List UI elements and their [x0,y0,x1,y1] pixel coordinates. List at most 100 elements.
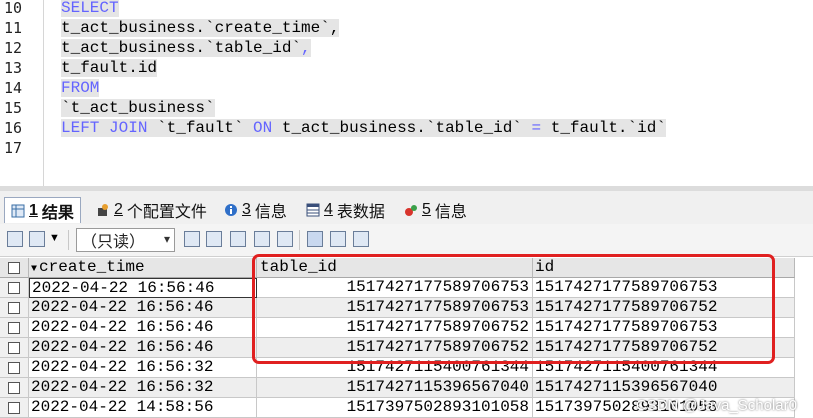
sql-identifier: t_act_business.`table_id` [272,119,532,137]
column-header-label: create_time [39,258,145,276]
code-line[interactable]: 11 t_act_business.`create_time`, [0,18,813,38]
tab-table-data[interactable]: 4 表数据 [300,197,391,223]
line-number: 16 [4,119,23,137]
tab-label: 结果 [41,204,74,222]
tab-label: 表数据 [336,204,385,221]
selection-highlight: t_fault.id [61,59,158,77]
export-icon[interactable] [7,231,23,247]
code-text: t_fault.id [61,58,158,78]
selection-highlight: t_act_business.`create_time`, [61,19,340,37]
tab-number: 2 [114,201,123,218]
code-text: FROM [61,78,100,98]
line-number: 14 [4,79,23,97]
tab-info-2[interactable]: 5 信息 [398,197,473,223]
table-row[interactable]: 2022-04-22 16:56:32 1517427115396567040 15… [0,378,795,398]
sql-identifier: t_act_business.`create_time`, [61,19,340,37]
save-icon[interactable] [230,231,246,247]
text-view-icon[interactable] [353,231,369,247]
cell-id[interactable]: 1517427115396567040 [533,378,795,398]
checkbox-box [8,401,20,414]
code-line[interactable]: 10 SELECT [0,0,813,18]
selection-highlight: FROM [61,79,100,97]
code-line[interactable]: 16 LEFT JOIN `t_fault` ON t_act_business.… [0,118,813,138]
code-line[interactable]: 15 `t_act_business` [0,98,813,118]
import-icon[interactable] [29,231,45,247]
sql-editor[interactable]: 10 SELECT 11 t_act_business.`create_time`, 1… [0,0,813,186]
sql-operator: = [531,119,542,137]
code-text: LEFT JOIN `t_fault` ON t_act_business.`t… [61,118,666,138]
row-checkbox[interactable] [0,298,29,318]
row-checkbox[interactable] [0,398,29,418]
selection-highlight: SELECT [61,0,119,17]
tab-label: 信息 [254,204,287,221]
red-highlight-annotation [252,254,775,364]
code-text: t_act_business.`table_id`, [61,38,311,58]
row-checkbox[interactable] [0,338,29,358]
sql-identifier: t_fault.`id` [541,119,666,137]
code-line[interactable]: 13 t_fault.id [0,58,813,78]
code-line[interactable]: 14 FROM [0,78,813,98]
row-checkbox[interactable] [0,378,29,398]
cell-create-time[interactable]: 2022-04-22 16:56:46 [29,298,257,318]
code-text: t_act_business.`create_time`, [61,18,340,38]
readonly-mode-select[interactable]: （只读） ▾ [76,228,175,252]
delete-icon[interactable] [254,231,270,247]
tab-label: 个配置文件 [126,204,207,221]
code-text: SELECT [61,0,119,18]
sql-operator: , [301,39,311,57]
tab-result[interactable]: 1 结果 [4,197,81,223]
sql-identifier: `t_act_business` [61,99,215,117]
form-view-icon[interactable] [330,231,346,247]
code-text: `t_act_business` [61,98,215,118]
checkbox-box [8,361,20,374]
result-grid-icon [11,204,25,217]
line-number: 15 [4,99,23,117]
cell-create-time[interactable]: 2022-04-22 16:56:46 [29,338,257,358]
result-toolbar: ▼ （只读） ▾ [0,224,813,257]
code-line[interactable]: 17 [0,138,813,158]
selection-highlight: `t_act_business` [61,99,215,117]
toolbar-divider [68,230,69,250]
readonly-label: （只读） [81,234,146,251]
insert-row-icon[interactable] [184,231,200,247]
cancel-icon[interactable] [277,231,293,247]
cell-create-time[interactable]: 2022-04-22 16:56:46 [29,278,257,298]
tab-info[interactable]: 3 信息 [218,197,293,223]
checkbox-box [8,341,20,354]
sql-identifier: t_fault.id [61,59,158,77]
tab-profiles[interactable]: 2 个配置文件 [90,197,213,223]
checkbox-box [8,281,20,294]
sql-keyword: ON [253,119,273,137]
selection-highlight: t_act_business.`table_id`, [61,39,311,57]
chevron-down-icon[interactable]: ▼ [49,232,60,244]
select-all-checkbox[interactable] [0,258,29,278]
grid-view-icon[interactable] [307,231,323,247]
info-icon [225,204,237,216]
column-header-create-time[interactable]: ▼ create_time [29,258,257,278]
sql-keyword: SELECT [61,0,119,17]
chevron-down-icon: ▾ [163,232,170,246]
row-checkbox[interactable] [0,278,29,298]
cell-create-time[interactable]: 2022-04-22 16:56:46 [29,318,257,338]
selection-highlight: LEFT JOIN `t_fault` ON t_act_business.`t… [61,119,666,137]
line-number: 13 [4,59,23,77]
tab-label: 信息 [434,204,467,221]
cell-table-id[interactable]: 1517397502893101058 [257,398,533,418]
sql-keyword: FROM [61,79,100,97]
sql-identifier: t_act_business.`table_id` [61,39,302,57]
cell-create-time[interactable]: 2022-04-22 16:56:32 [29,358,257,378]
csdn-watermark: CSDN @Java_Scholar0 [635,397,797,414]
line-number: 12 [4,39,23,57]
tab-number: 1 [29,201,38,219]
line-number: 11 [4,19,23,37]
info2-icon [405,205,417,216]
cell-create-time[interactable]: 2022-04-22 16:56:32 [29,378,257,398]
line-number: 17 [4,139,23,157]
code-line[interactable]: 12 t_act_business.`table_id`, [0,38,813,58]
duplicate-row-icon[interactable] [206,231,222,247]
result-tabs-bar: 1 结果 2 个配置文件 3 信息 4 表数据 5 信息 [0,186,813,224]
cell-table-id[interactable]: 1517427115396567040 [257,378,533,398]
cell-create-time[interactable]: 2022-04-22 14:58:56 [29,398,257,418]
row-checkbox[interactable] [0,318,29,338]
row-checkbox[interactable] [0,358,29,378]
